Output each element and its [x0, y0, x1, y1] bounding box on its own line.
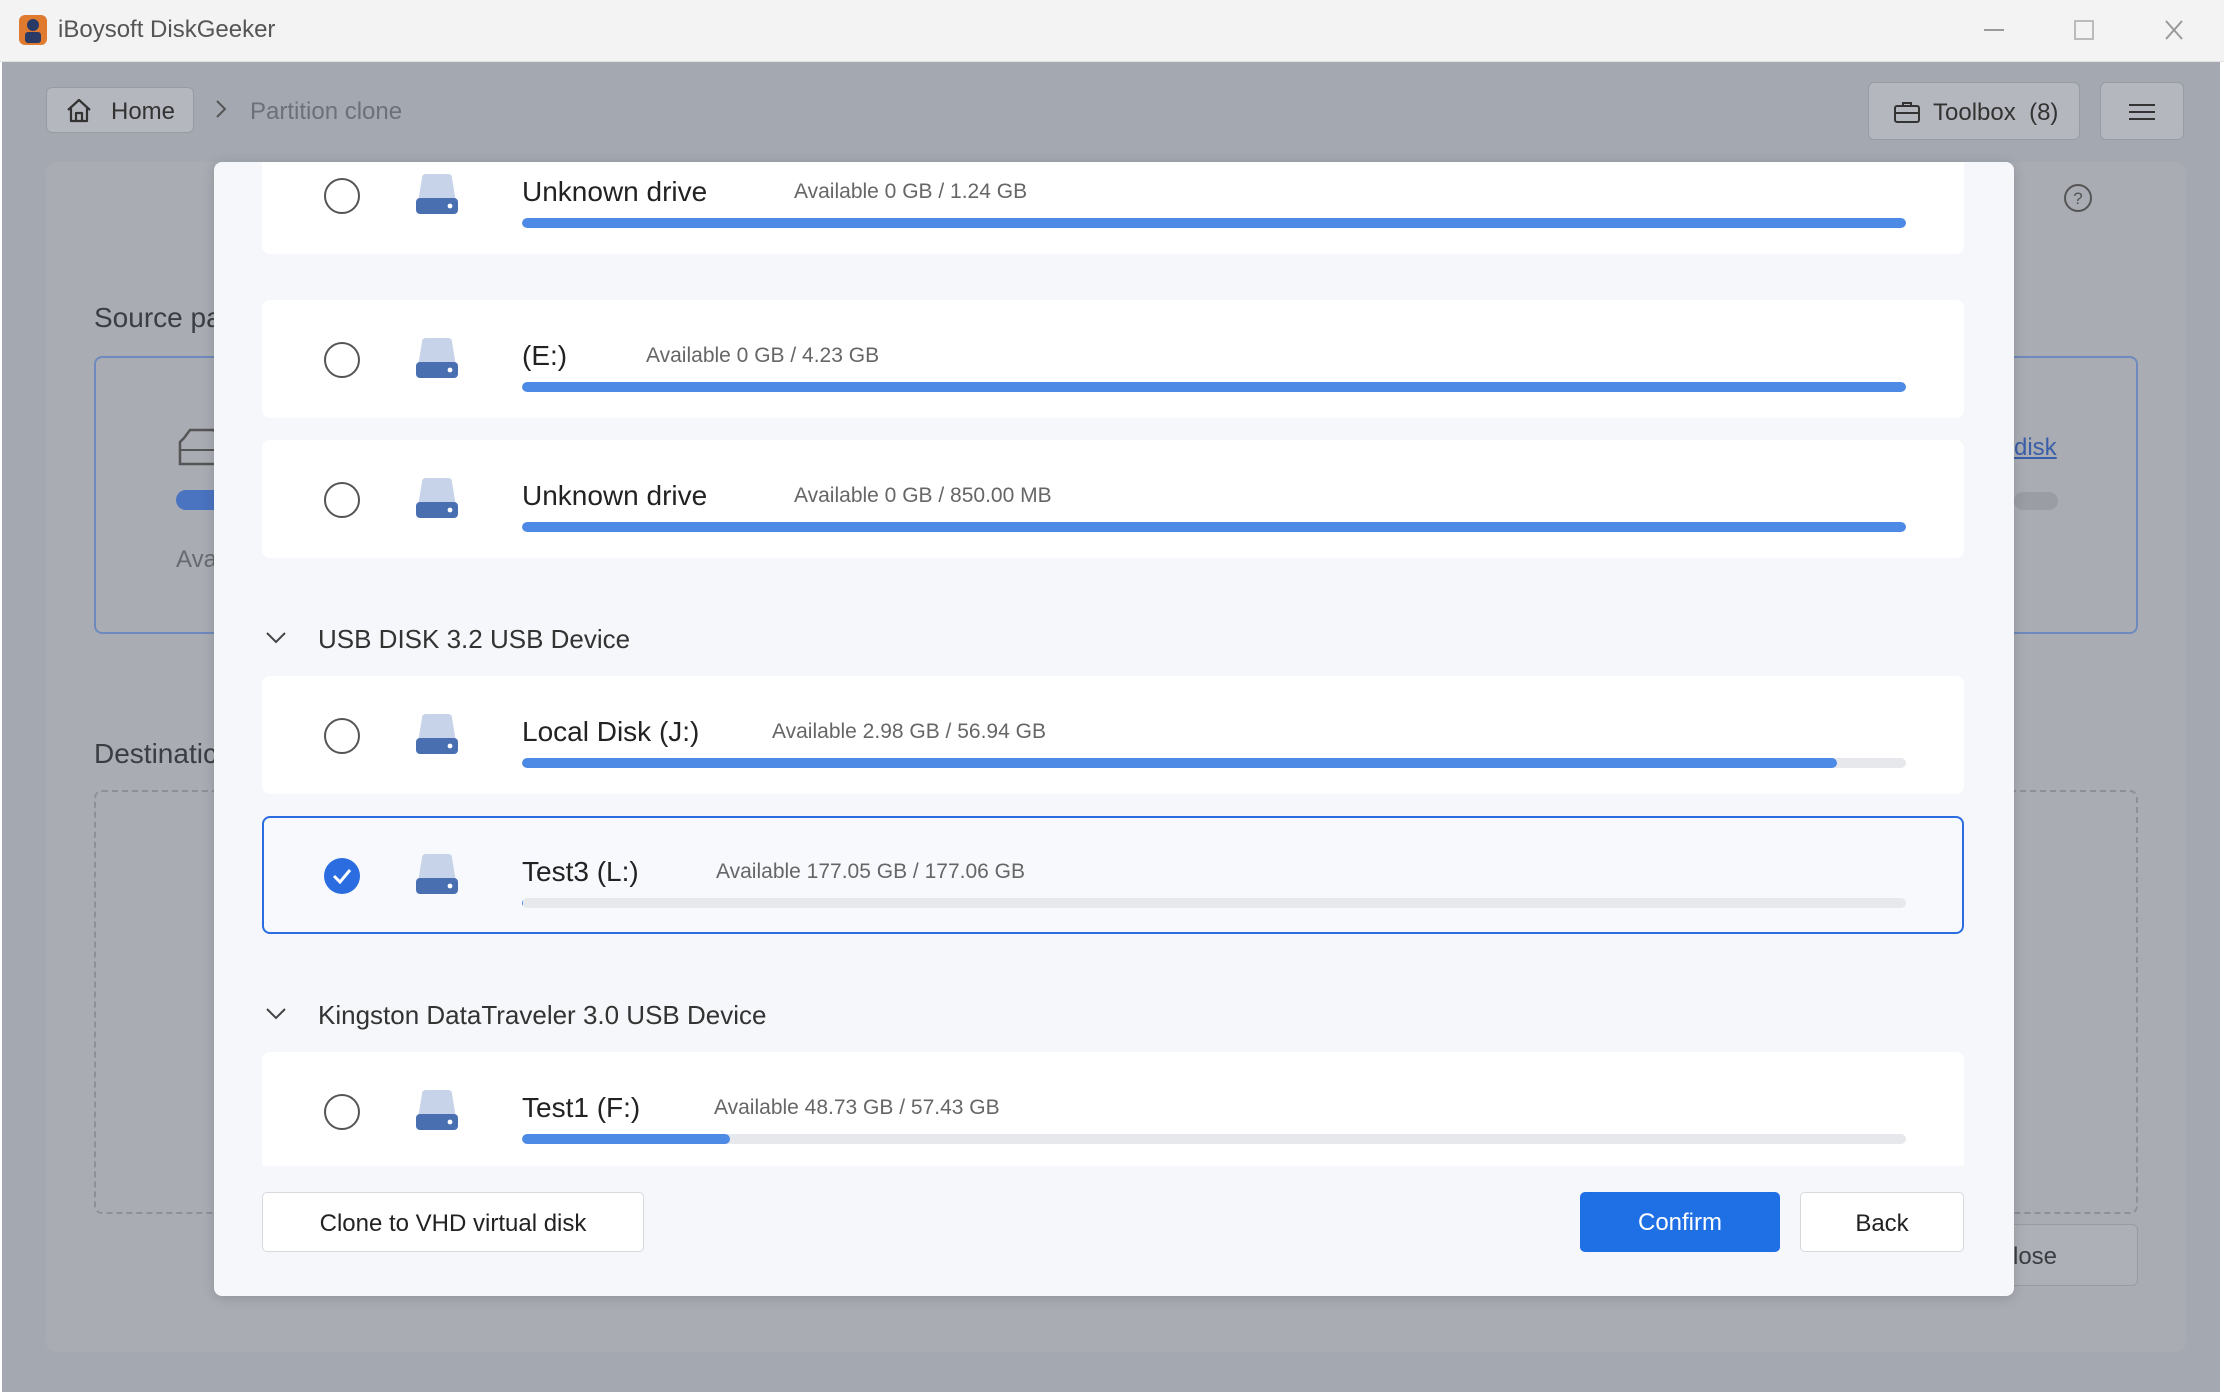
partition-name: Local Disk (J:) — [522, 716, 700, 747]
toolbox-label: Toolbox (8) — [1933, 99, 2059, 126]
minimize-icon[interactable] — [1974, 14, 2014, 46]
usage-bar — [522, 898, 1906, 908]
partition-radio-checked[interactable] — [324, 858, 360, 894]
home-icon — [67, 98, 91, 123]
window-title: iBoysoft DiskGeeker — [58, 16, 276, 43]
usage-bar-fill — [522, 1134, 730, 1144]
maximize-icon[interactable] — [2064, 14, 2104, 46]
title-bar: iBoysoft DiskGeeker — [0, 0, 2224, 62]
menu-button[interactable] — [2100, 82, 2184, 140]
back-button[interactable]: Back — [1800, 1192, 1964, 1252]
partition-name: Unknown drive — [522, 480, 708, 511]
usage-bar — [522, 522, 1906, 532]
partition-row[interactable]: Unknown drive Available 0 GB / 1.24 GB — [262, 162, 1964, 254]
source-partition-label: Source pa — [94, 302, 222, 333]
svg-text:?: ? — [2073, 189, 2082, 208]
device-group-header[interactable]: USB DISK 3.2 USB Device — [262, 618, 1062, 658]
device-name: Kingston DataTraveler 3.0 USB Device — [318, 1000, 767, 1030]
clone-to-vhd-label: Clone to VHD virtual disk — [319, 1210, 587, 1237]
confirm-button[interactable]: Confirm — [1580, 1192, 1780, 1252]
checkmark-icon — [332, 869, 352, 884]
destination-partition-label: Destinatic — [94, 738, 217, 769]
usage-bar — [522, 758, 1906, 768]
home-label: Home — [111, 98, 176, 125]
partition-name: Test1 (F:) — [522, 1092, 641, 1123]
partition-name: Unknown drive — [522, 176, 708, 207]
usage-bar-fill — [522, 898, 524, 908]
select-disk-link[interactable]: disk — [2014, 434, 2057, 462]
partition-available: Available 177.05 GB / 177.06 GB — [716, 860, 1025, 883]
drive-icon — [412, 710, 462, 760]
device-name: USB DISK 3.2 USB Device — [318, 624, 631, 654]
partition-available: Available 2.98 GB / 56.94 GB — [772, 720, 1046, 743]
usage-bar-fill — [522, 382, 1906, 392]
right-usage-bar — [2014, 492, 2058, 510]
back-label: Back — [1855, 1210, 1909, 1237]
partition-radio[interactable] — [324, 718, 360, 754]
confirm-label: Confirm — [1637, 1209, 1722, 1236]
toolbox-button[interactable]: Toolbox (8) — [1868, 82, 2080, 140]
partition-row[interactable]: Unknown drive Available 0 GB / 850.00 MB — [262, 440, 1964, 558]
help-icon[interactable]: ? — [2062, 182, 2094, 214]
drive-icon — [412, 1086, 462, 1136]
close-window-icon[interactable] — [2154, 14, 2194, 46]
toolbox-icon — [1894, 102, 1920, 123]
clone-to-vhd-button[interactable]: Clone to VHD virtual disk — [262, 1192, 644, 1252]
partition-name: (E:) — [522, 340, 568, 371]
usage-bar — [522, 1134, 1906, 1144]
app-logo-icon — [19, 15, 47, 45]
partition-row-selected[interactable]: Test3 (L:) Available 177.05 GB / 177.06 … — [262, 816, 1964, 934]
usage-bar-fill — [522, 218, 1906, 228]
chevron-down-icon[interactable] — [264, 630, 288, 646]
device-group-header[interactable]: Kingston DataTraveler 3.0 USB Device — [262, 994, 1062, 1034]
drive-icon — [412, 334, 462, 384]
breadcrumb-chevron-icon — [216, 100, 227, 118]
drive-icon — [412, 474, 462, 524]
drive-icon — [412, 170, 462, 220]
partition-radio[interactable] — [324, 178, 360, 214]
partition-radio[interactable] — [324, 482, 360, 518]
partition-radio[interactable] — [324, 342, 360, 378]
partition-available: Available 0 GB / 850.00 MB — [794, 484, 1052, 507]
usage-bar — [522, 382, 1906, 392]
partition-row[interactable]: (E:) Available 0 GB / 4.23 GB — [262, 300, 1964, 418]
partition-list[interactable]: Unknown drive Available 0 GB / 1.24 GB (… — [214, 162, 2014, 1166]
source-available-text: Ava — [176, 546, 217, 573]
usage-bar-fill — [522, 522, 1906, 532]
partition-select-dialog: Unknown drive Available 0 GB / 1.24 GB (… — [214, 162, 2014, 1296]
partition-row[interactable]: Test1 (F:) Available 48.73 GB / 57.43 GB — [262, 1052, 1964, 1166]
home-button[interactable]: Home — [46, 87, 194, 133]
partition-radio[interactable] — [324, 1094, 360, 1130]
close-button-label: lose — [2013, 1243, 2058, 1270]
drive-icon — [412, 850, 462, 900]
partition-name: Test3 (L:) — [522, 856, 639, 887]
partition-row[interactable]: Local Disk (J:) Available 2.98 GB / 56.9… — [262, 676, 1964, 794]
breadcrumb-current: Partition clone — [250, 98, 403, 125]
partition-available: Available 0 GB / 1.24 GB — [794, 180, 1028, 203]
partition-available: Available 0 GB / 4.23 GB — [646, 344, 880, 367]
partition-available: Available 48.73 GB / 57.43 GB — [714, 1096, 1000, 1119]
hamburger-menu-icon — [2129, 104, 2155, 120]
usage-bar — [522, 218, 1906, 228]
usage-bar-fill — [522, 758, 1837, 768]
chevron-down-icon[interactable] — [264, 1006, 288, 1022]
